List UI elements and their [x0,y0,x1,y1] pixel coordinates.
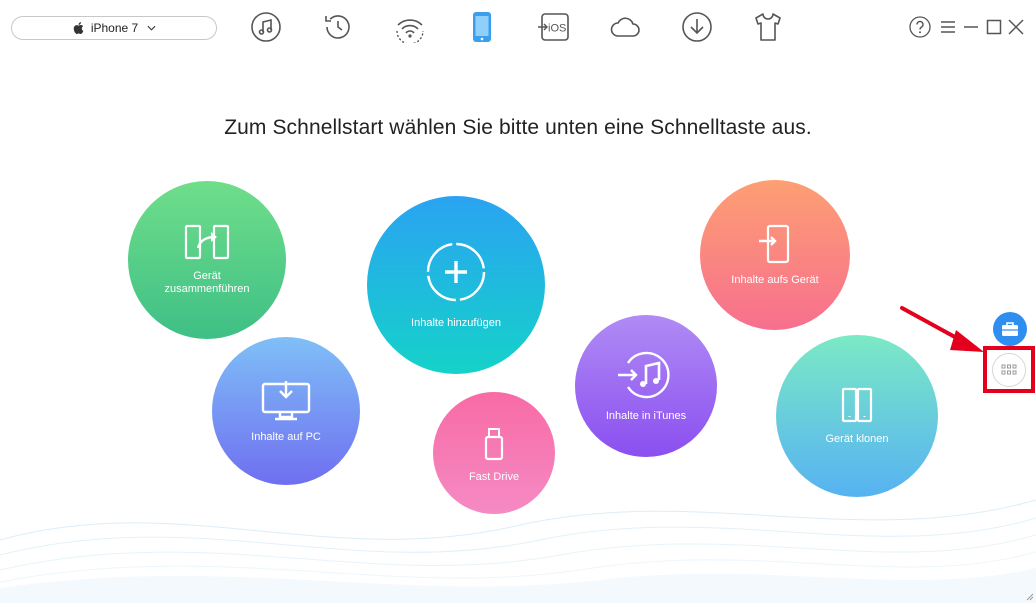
music-transfer-icon [618,351,670,398]
help-button[interactable] [909,16,931,38]
wifi-sync-button[interactable] [394,11,426,43]
itunes-library-button[interactable] [250,11,282,43]
clone-device-icon [841,387,873,422]
pointer-arrow-icon [900,306,984,352]
maximize-button[interactable] [983,16,1005,38]
download-button[interactable] [681,11,713,43]
minimize-icon [964,26,978,28]
toolbox-button[interactable] [993,312,1027,346]
history-button[interactable] [322,11,354,43]
add-plus-icon [426,242,486,301]
ios-mover-button[interactable]: iOS [538,11,570,43]
history-icon [325,15,350,39]
help-icon [909,16,931,38]
minimize-button[interactable] [960,16,982,38]
content-to-pc-shortcut[interactable]: Inhalte auf PC [212,337,360,485]
resize-grip-icon[interactable] [1026,593,1034,601]
content-to-pc-label: Inhalte auf PC [251,430,321,443]
icloud-icon [610,17,640,37]
icloud-button[interactable] [609,11,641,43]
phone-import-icon [759,224,790,263]
add-content-shortcut[interactable]: Inhalte hinzufügen [367,196,545,374]
grid-icon [1001,364,1017,375]
menu-button[interactable] [937,16,959,38]
page-title: Zum Schnellstart wählen Sie bitte unten … [224,116,812,139]
toolkit-button[interactable] [752,11,784,43]
usb-drive-icon [484,427,504,460]
content-to-itunes-shortcut[interactable]: Inhalte in iTunes [575,315,717,457]
computer-download-icon [261,380,311,420]
itunes-icon [251,12,281,42]
menu-icon [941,21,955,33]
merge-device-shortcut[interactable]: Gerät zusammenführen [128,181,286,339]
phone-icon [473,12,491,42]
wifi-sync-icon [396,19,424,43]
apple-icon [73,22,84,35]
top-toolbar: iPhone 7 iOS [0,0,1036,58]
download-icon [682,12,712,42]
add-content-label: Inhalte hinzufügen [411,316,501,329]
content-to-device-shortcut[interactable]: Inhalte aufs Gerät [700,180,850,330]
merge-device-label: Gerät zusammenführen [164,270,250,295]
fast-drive-label: Fast Drive [468,470,520,483]
toolbox-icon [1002,322,1018,336]
merge-devices-icon [184,224,230,260]
close-button[interactable] [1005,16,1027,38]
device-manager-button[interactable] [466,11,498,43]
clone-device-shortcut[interactable]: Gerät klonen [776,335,938,497]
content-to-itunes-label: Inhalte in iTunes [605,409,687,422]
svg-text:iOS: iOS [548,23,566,35]
fast-drive-shortcut[interactable]: Fast Drive [433,392,555,514]
maximize-icon [986,19,1002,35]
device-name: iPhone 7 [90,21,139,35]
content-to-device-label: Inhalte aufs Gerät [731,273,819,286]
quick-start-button[interactable] [992,353,1026,387]
shirt-icon [755,13,781,41]
ios-mover-icon: iOS [538,13,569,41]
chevron-down-icon [147,25,156,31]
device-selector[interactable]: iPhone 7 [11,16,217,40]
close-icon [1008,19,1024,35]
clone-device-label: Gerät klonen [825,432,889,445]
